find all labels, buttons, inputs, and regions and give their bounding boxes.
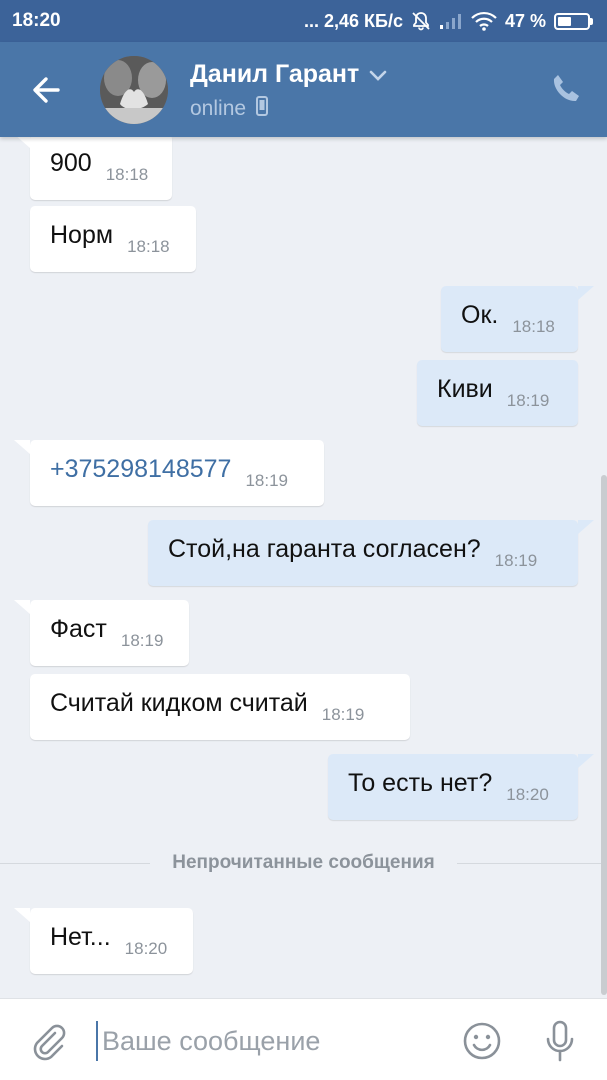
- message-time: 18:19: [506, 391, 550, 410]
- message-text: Считай кидком считай: [50, 688, 308, 717]
- avatar[interactable]: [100, 56, 168, 124]
- message-outgoing[interactable]: Ок. 18:18: [441, 286, 594, 352]
- message-text: Фаст: [50, 614, 107, 643]
- message-outgoing[interactable]: Киви 18:19: [417, 360, 578, 426]
- message-incoming[interactable]: +375298148577 18:19: [14, 440, 324, 506]
- message-incoming[interactable]: Фаст 18:19: [14, 600, 189, 666]
- message-time: 18:18: [512, 317, 555, 336]
- contact-status: online: [190, 96, 269, 122]
- unread-divider-label: Непрочитанные сообщения: [172, 852, 435, 873]
- bell-muted-icon: [411, 11, 431, 31]
- message-time: 18:20: [124, 939, 168, 958]
- paperclip-icon[interactable]: [28, 1021, 68, 1061]
- arrow-left-icon[interactable]: [28, 72, 68, 108]
- message-text: Норм: [50, 220, 114, 249]
- chevron-down-icon[interactable]: [369, 60, 387, 89]
- scrollbar[interactable]: [601, 475, 607, 995]
- message-input[interactable]: [96, 1021, 436, 1061]
- network-speed: ... 2,46 КБ/с: [303, 10, 403, 31]
- message-list[interactable]: 900 18:18 Норм 18:18 Ок. 18:18 Киви 18:1…: [0, 137, 607, 998]
- chat-header: Данил Гарант online: [0, 42, 607, 137]
- contact-status-text: online: [190, 97, 247, 120]
- message-incoming[interactable]: Норм 18:18: [30, 206, 196, 272]
- message-incoming[interactable]: Нет... 18:20: [14, 908, 193, 974]
- contact-name[interactable]: Данил Гарант: [190, 60, 387, 89]
- status-time: 18:20: [12, 10, 61, 31]
- message-incoming[interactable]: 900 18:18: [14, 137, 172, 200]
- message-time: 18:18: [127, 237, 170, 256]
- message-time: 18:19: [494, 551, 538, 570]
- wifi-icon: [471, 11, 497, 31]
- message-time: 18:19: [245, 471, 288, 490]
- message-text: Ок.: [461, 300, 499, 329]
- message-time: 18:19: [120, 631, 164, 650]
- status-icons: ... 2,46 КБ/с 47 %: [304, 11, 593, 32]
- message-incoming[interactable]: Считай кидком считай 18:19: [30, 674, 410, 740]
- message-outgoing[interactable]: Стой,на гаранта согласен? 18:19: [148, 520, 594, 586]
- mobile-device-icon: [256, 96, 269, 122]
- status-bar: 18:20 ... 2,46 КБ/с 47 %: [0, 0, 607, 42]
- smiley-icon[interactable]: [462, 1021, 502, 1061]
- message-time: 18:20: [506, 785, 549, 804]
- message-text: Нет...: [50, 922, 111, 951]
- signal-icon: [439, 12, 463, 30]
- message-text: Киви: [437, 374, 493, 403]
- message-time: 18:18: [105, 165, 149, 184]
- contact-name-text: Данил Гарант: [190, 60, 360, 88]
- message-text: Стой,на гаранта согласен?: [168, 534, 481, 563]
- message-time: 18:19: [321, 705, 365, 724]
- battery-icon: [554, 12, 593, 30]
- microphone-icon[interactable]: [540, 1019, 580, 1063]
- message-composer: [0, 998, 607, 1080]
- message-text: То есть нет?: [348, 768, 493, 797]
- phone-number-link[interactable]: +375298148577: [50, 455, 231, 484]
- message-text: 900: [50, 148, 92, 177]
- battery-percent: 47 %: [504, 10, 546, 31]
- message-outgoing[interactable]: То есть нет? 18:20: [328, 754, 594, 820]
- unread-divider: Непрочитанные сообщения: [0, 851, 607, 875]
- phone-icon[interactable]: [549, 72, 583, 106]
